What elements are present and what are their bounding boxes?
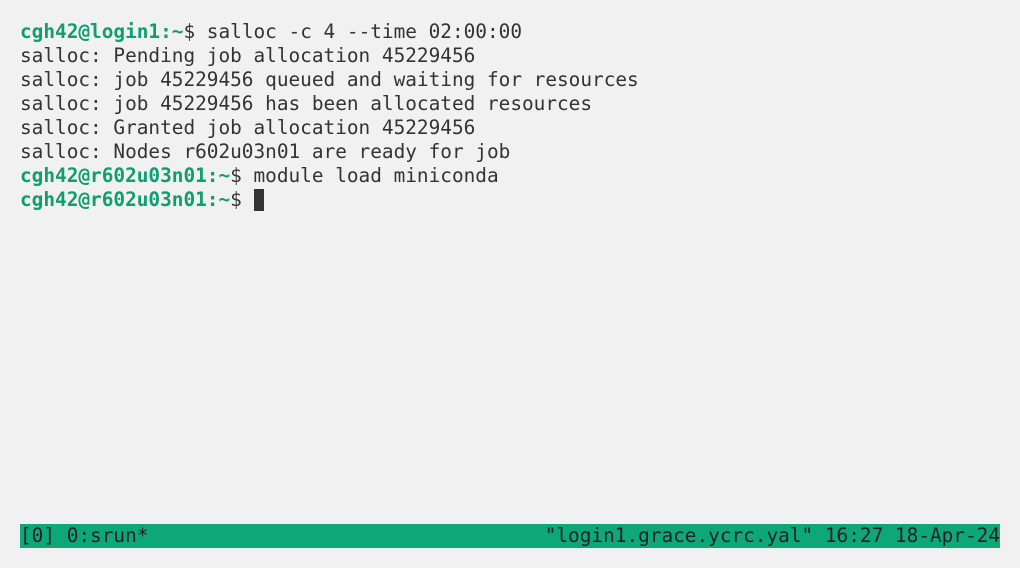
command-text: $ salloc -c 4 --time 02:00:00: [183, 20, 523, 43]
tmux-status-bar: [0] 0:srun* "login1.grace.ycrc.yal" 16:2…: [20, 524, 1000, 548]
terminal-line: cgh42@r602u03n01:~$ module load minicond…: [20, 164, 1000, 188]
host-clock-status: "login1.grace.ycrc.yal" 16:27 18-Apr-24: [544, 524, 1000, 547]
terminal-output-line: salloc: job 45229456 has been allocated …: [20, 92, 593, 115]
shell-prompt: cgh42@r602u03n01:~: [20, 164, 231, 187]
terminal-output-line: salloc: Granted job allocation 45229456: [20, 116, 476, 139]
terminal-output-line: salloc: Pending job allocation 45229456: [20, 44, 476, 67]
terminal-window[interactable]: cgh42@login1:~$ salloc -c 4 --time 02:00…: [20, 20, 1000, 520]
terminal-current-line[interactable]: cgh42@r602u03n01:~$: [20, 188, 1000, 212]
terminal-line: cgh42@login1:~$ salloc -c 4 --time 02:00…: [20, 20, 1000, 44]
terminal-output-line: salloc: Nodes r602u03n01 are ready for j…: [20, 140, 511, 163]
text-cursor: [253, 189, 264, 211]
command-text: $ module load miniconda: [230, 164, 499, 187]
window-list[interactable]: [0] 0:srun*: [20, 524, 148, 548]
shell-prompt: cgh42@r602u03n01:~: [20, 188, 231, 211]
shell-prompt: cgh42@login1:~: [20, 20, 184, 43]
command-input[interactable]: $: [230, 188, 253, 211]
terminal-output-line: salloc: job 45229456 queued and waiting …: [20, 68, 639, 91]
